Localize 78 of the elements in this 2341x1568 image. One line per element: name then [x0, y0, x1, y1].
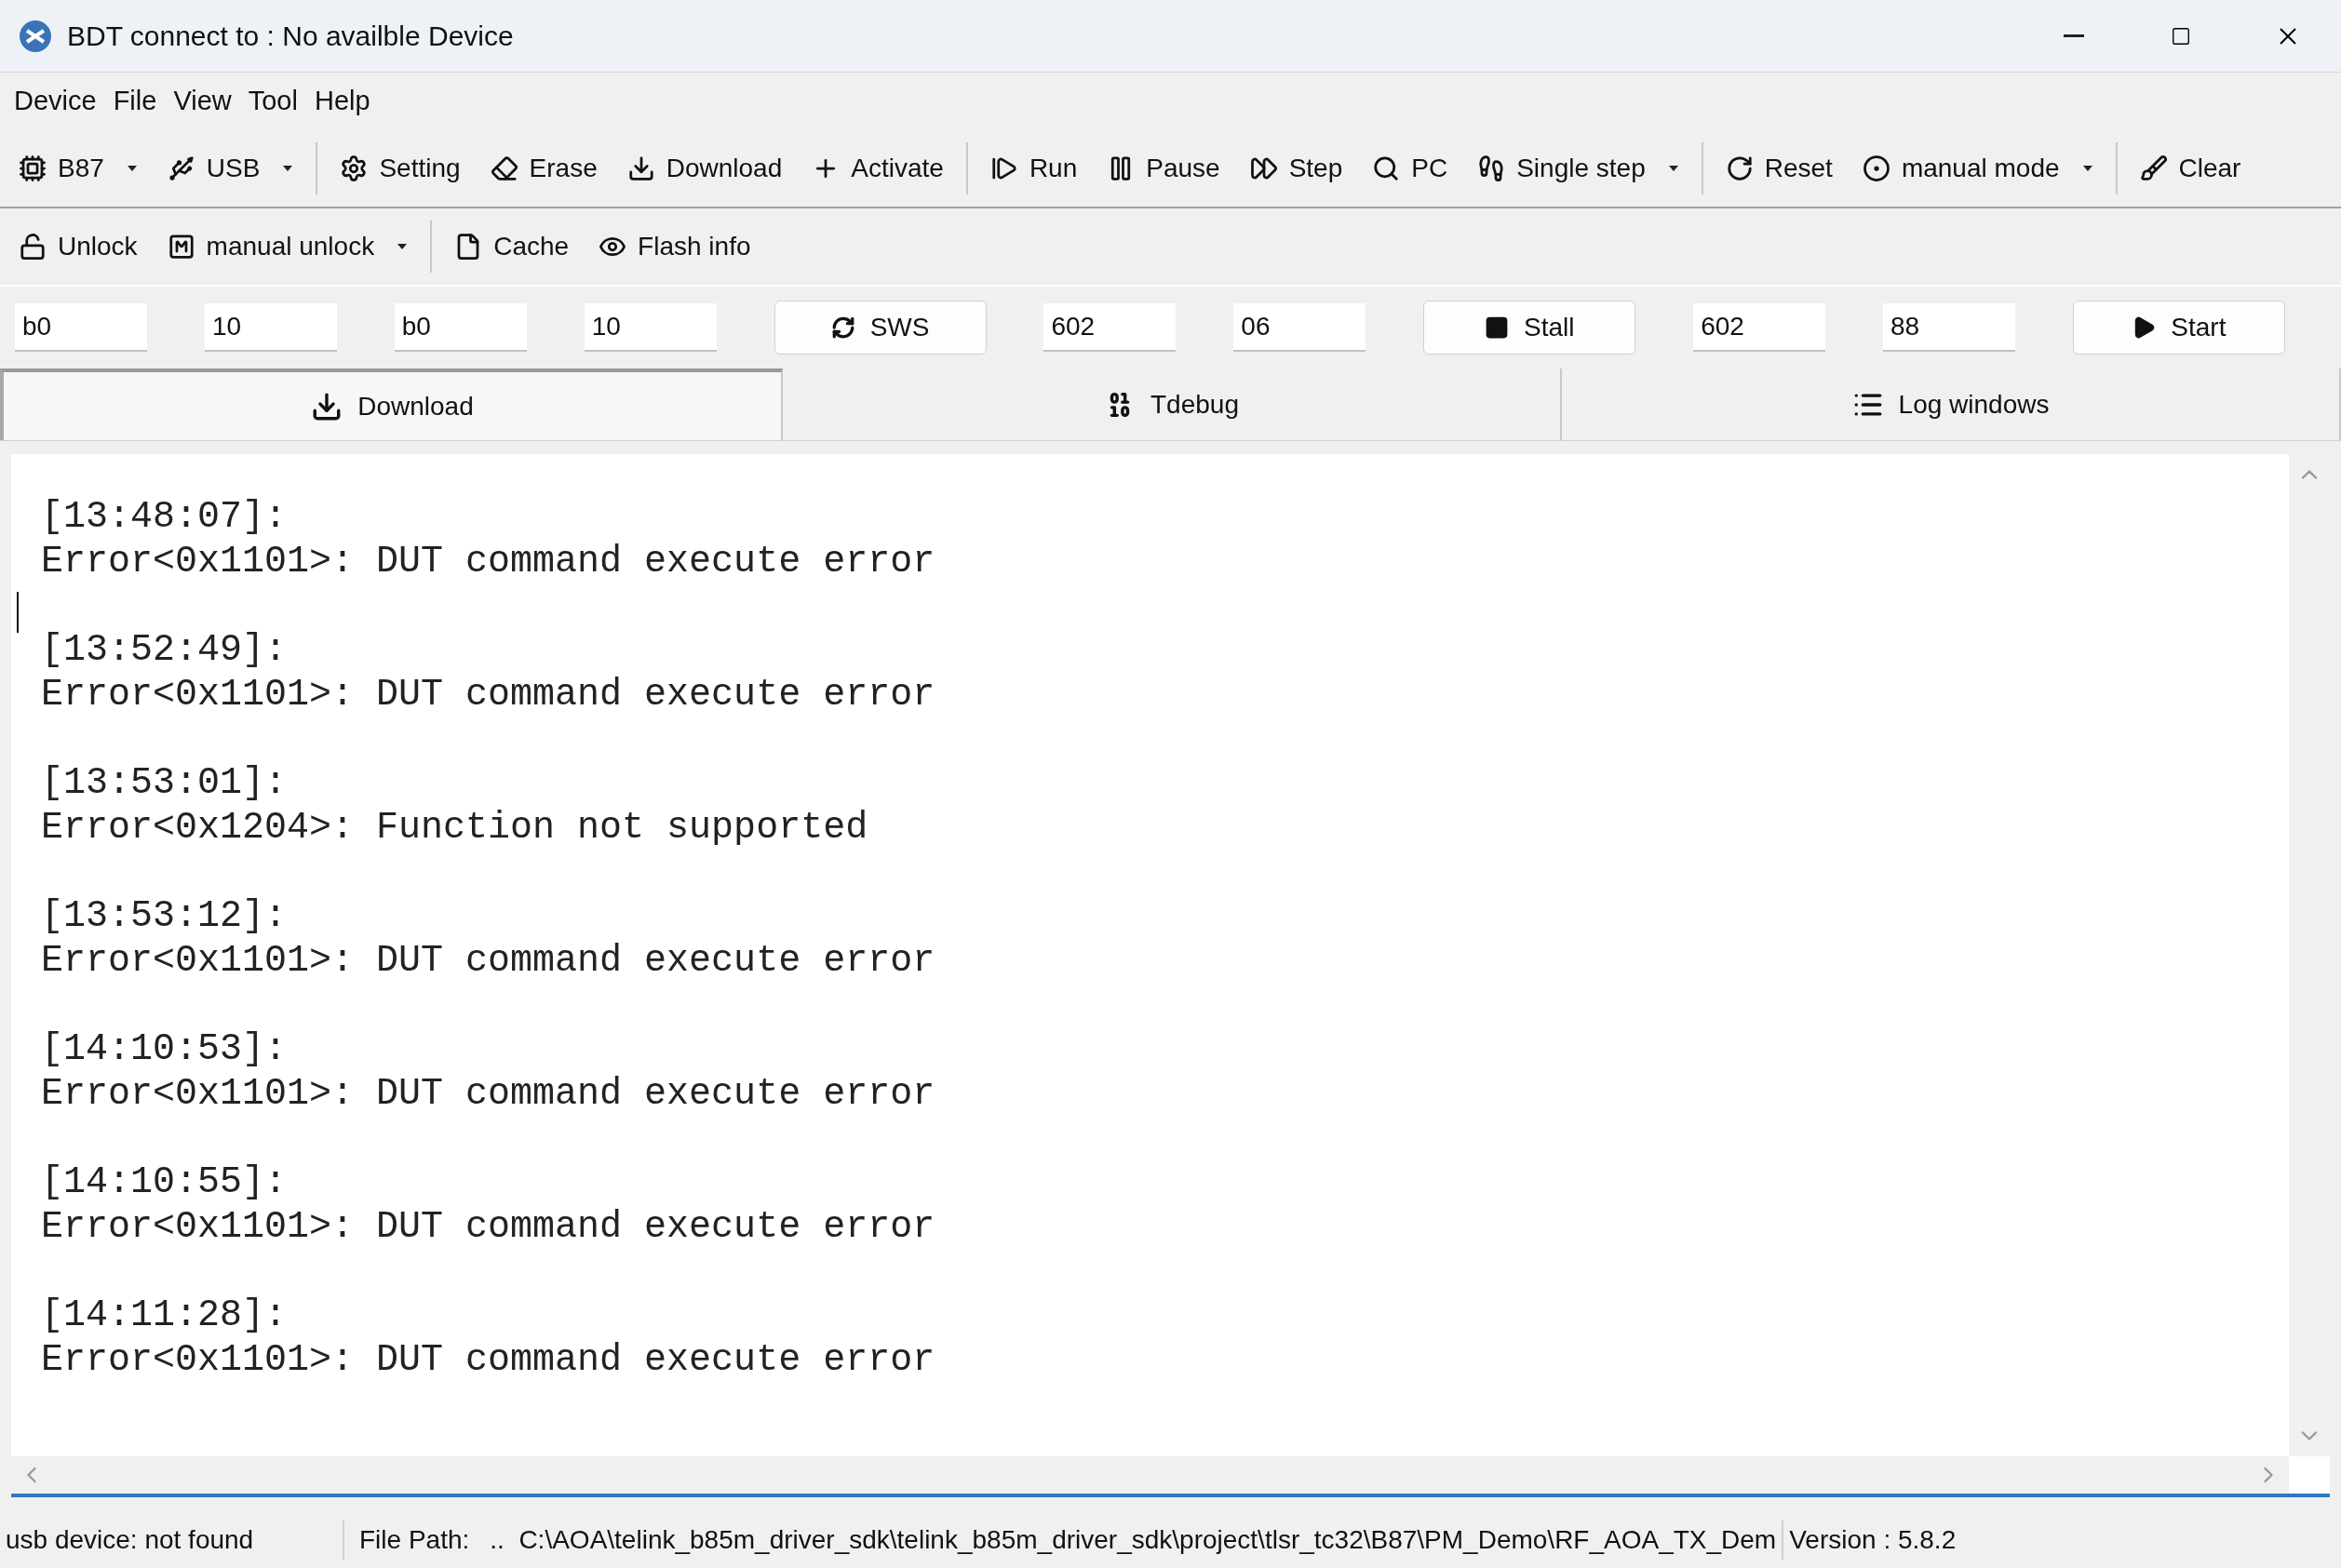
toolbar-button[interactable]: Unlock [11, 221, 145, 273]
toolbar-button[interactable]: Reset [1717, 142, 1840, 194]
toolbar-button[interactable]: Setting [332, 142, 468, 194]
caret-icon [126, 165, 138, 172]
minimize-icon [2063, 34, 2084, 37]
horizontal-scrollbar[interactable] [11, 1456, 2289, 1494]
toolbar-button[interactable]: Flash info [591, 221, 759, 273]
action-button[interactable]: Stall [1423, 301, 1636, 355]
tab[interactable]: Download [0, 369, 783, 440]
toolbar-button[interactable]: Download [619, 142, 790, 194]
toolbar-dropdown[interactable]: B87 [11, 142, 145, 194]
toolbar-button[interactable]: Clear [2132, 142, 2249, 194]
toolbar-button[interactable]: Erase [482, 142, 605, 194]
toolbar-button[interactable]: Cache [447, 221, 577, 273]
menu-item[interactable]: File [106, 81, 164, 122]
log-message: Error<0x1204>: Function not supported [41, 806, 869, 851]
input-field[interactable]: 602 [1693, 303, 1826, 352]
log-message: Error<0x1101>: DUT command execute error [41, 673, 936, 717]
toolbar-dropdown[interactable]: USB [159, 142, 302, 194]
input-field[interactable]: 10 [584, 303, 717, 352]
caret-icon [1667, 165, 1679, 172]
log-timestamp: [13:53:01]: [41, 761, 289, 806]
log-timestamp: [13:52:49]: [41, 628, 289, 673]
toolbar-button[interactable]: Run [982, 142, 1085, 194]
toolbar-dropdown[interactable]: manual mode [1854, 142, 2101, 194]
stop-icon [1485, 315, 1509, 340]
toolbar-button[interactable]: Step [1242, 142, 1351, 194]
input-field[interactable]: 10 [204, 303, 337, 352]
log-timestamp: [14:10:53]: [41, 1027, 289, 1072]
menu-item[interactable]: Help [307, 81, 377, 122]
log-timestamp: [13:53:12]: [41, 894, 289, 939]
log-timestamp: [14:11:28]: [41, 1293, 289, 1338]
menu-item[interactable]: View [167, 81, 238, 122]
status-version: Version : 5.8.2 [1788, 1524, 1957, 1556]
search-icon [1372, 154, 1401, 182]
action-button[interactable]: SWS [774, 301, 987, 355]
log-message: Error<0x1101>: DUT command execute error [41, 1338, 936, 1383]
status-device: usb device: not found [0, 1521, 344, 1560]
brush-icon [2139, 154, 2168, 182]
unlock-icon [19, 233, 47, 261]
eraser-icon [490, 154, 518, 182]
toolbar-dropdown[interactable]: Single step [1470, 142, 1687, 194]
download-icon [626, 154, 655, 182]
log-message: Error<0x1101>: DUT command execute error [41, 1205, 936, 1250]
app-logo-icon [19, 19, 52, 53]
letter-m-icon [167, 233, 195, 261]
reset-icon [1725, 154, 1754, 182]
input-field[interactable]: 88 [1883, 303, 2015, 352]
caret-icon [282, 165, 294, 172]
input-field[interactable]: 602 [1043, 303, 1177, 352]
toolbar-dropdown[interactable]: manual unlock [159, 221, 416, 273]
status-path-label: File Path: [358, 1524, 471, 1556]
input-field[interactable]: b0 [15, 303, 147, 352]
maximize-icon [2170, 25, 2191, 47]
log-message: Error<0x1101>: DUT command execute error [41, 939, 936, 984]
caret-icon [2081, 165, 2093, 172]
status-file-path: .. C:\AOA\telink_b85m_driver_sdk\telink_b85m_driver_sdk\project\tlsr_tc32\B87\PM_Demo\RF_AOA_TX_Dem [490, 1521, 1784, 1560]
refresh-icon [830, 315, 855, 340]
toolbar-button[interactable]: PC [1365, 142, 1456, 194]
action-button[interactable]: Start [2072, 301, 2285, 355]
log-timestamp: [14:10:55]: [41, 1160, 289, 1205]
log-message: Error<0x1101>: DUT command execute error [41, 1072, 936, 1117]
toolbar-button[interactable]: Pause [1099, 142, 1228, 194]
text-cursor [17, 592, 19, 633]
chip-icon [19, 154, 47, 182]
settings-icon [340, 154, 369, 182]
caret-icon [397, 243, 409, 250]
log-timestamp: [13:48:07]: [41, 495, 289, 540]
log-message: Error<0x1101>: DUT command execute error [41, 540, 936, 584]
input-field[interactable]: 06 [1233, 303, 1366, 352]
toolbar-button[interactable]: Activate [804, 142, 951, 194]
menu-item[interactable]: Tool [241, 81, 304, 122]
usb-icon [167, 154, 195, 182]
window-title: BDT connect to : No availble Device [67, 20, 514, 53]
circle-icon [1862, 154, 1890, 182]
footprints-icon [1477, 154, 1506, 182]
input-field[interactable]: b0 [394, 303, 527, 352]
menu-item[interactable]: Device [7, 81, 103, 122]
